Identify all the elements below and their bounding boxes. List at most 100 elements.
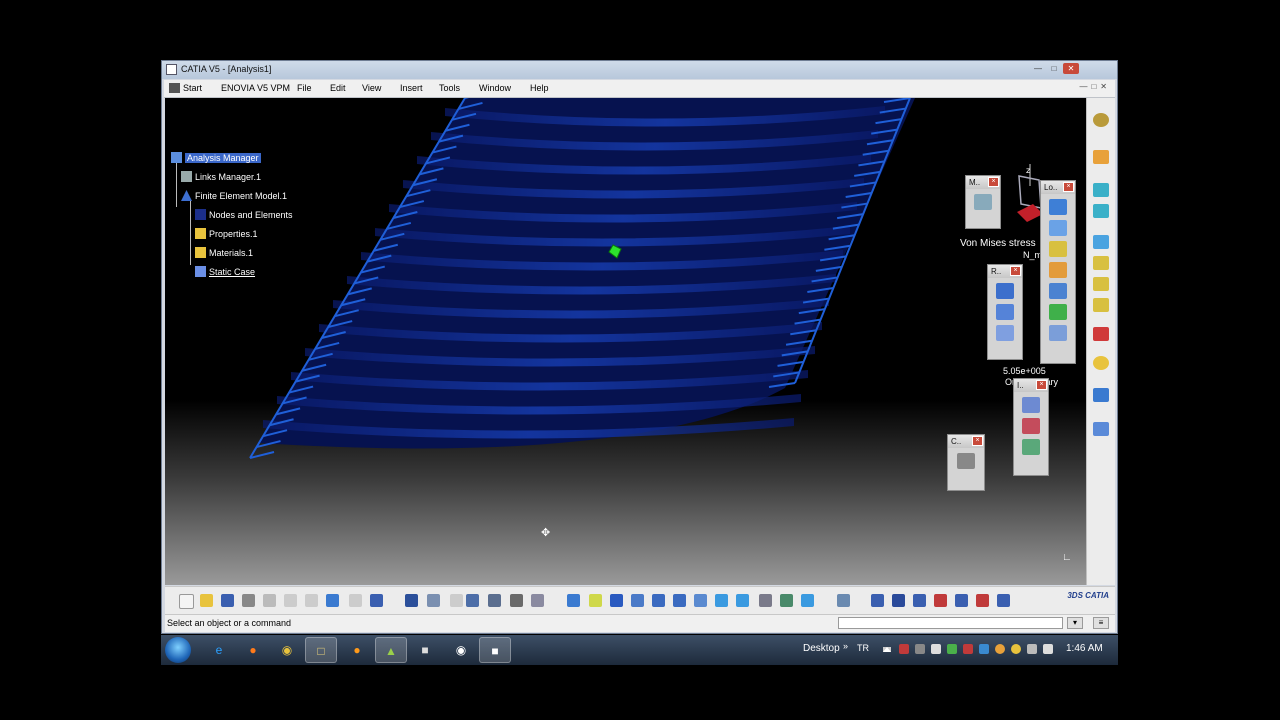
- tree-node-nodes-elements[interactable]: Nodes and Elements: [195, 208, 293, 222]
- menu-window[interactable]: Window: [479, 83, 511, 93]
- open-icon[interactable]: [200, 594, 213, 607]
- tree-node-materials[interactable]: Materials.1: [195, 246, 253, 260]
- analysis-tool-7-icon[interactable]: [997, 594, 1010, 607]
- tree-icon[interactable]: [837, 594, 850, 607]
- clock[interactable]: 1:46 AM: [1066, 643, 1103, 654]
- close-icon[interactable]: ×: [988, 177, 999, 187]
- zoom-icon[interactable]: [1093, 388, 1109, 402]
- app-task-icon-2[interactable]: ◉: [445, 637, 477, 663]
- close-icon[interactable]: ×: [972, 436, 983, 446]
- axis-toggle-icon[interactable]: [531, 594, 544, 607]
- volume-icon[interactable]: [1043, 644, 1053, 654]
- lock-icon[interactable]: [510, 594, 523, 607]
- tree-node-links-manager[interactable]: Links Manager.1: [181, 170, 261, 184]
- menu-help[interactable]: Help: [530, 83, 549, 93]
- menu-file[interactable]: File: [297, 83, 312, 93]
- load-bearing-icon[interactable]: [1049, 262, 1067, 278]
- hide-show-icon[interactable]: [780, 594, 793, 607]
- analysis-tool-4-icon[interactable]: [934, 594, 947, 607]
- tree-node-static-case[interactable]: Static Case: [195, 265, 255, 279]
- panel-m[interactable]: M.. ×: [965, 175, 1001, 229]
- menu-insert[interactable]: Insert: [400, 83, 423, 93]
- load-acceleration-icon[interactable]: [1049, 283, 1067, 299]
- redo-icon[interactable]: [349, 594, 362, 607]
- tree-node-analysis-manager[interactable]: Analysis Manager: [171, 151, 261, 165]
- close-icon[interactable]: ×: [1063, 182, 1074, 192]
- plane-icon[interactable]: [1093, 204, 1109, 218]
- sphere-icon[interactable]: [1093, 356, 1109, 370]
- cut-icon[interactable]: [263, 594, 276, 607]
- firefox-icon[interactable]: ●: [237, 637, 269, 663]
- zoom-out-icon[interactable]: [673, 594, 686, 607]
- load-pressure-icon[interactable]: [1049, 199, 1067, 215]
- tray-icon-1[interactable]: [899, 644, 909, 654]
- toolbar-expand-icon[interactable]: »: [843, 641, 848, 651]
- bluetooth-icon[interactable]: [979, 644, 989, 654]
- fly-mode-icon[interactable]: [567, 594, 580, 607]
- analysis-tool-6-icon[interactable]: [976, 594, 989, 607]
- measure-icon[interactable]: [488, 594, 501, 607]
- tree-node-properties[interactable]: Properties.1: [195, 227, 258, 241]
- menu-tools[interactable]: Tools: [439, 83, 460, 93]
- sketch-icon[interactable]: [1093, 183, 1109, 197]
- undo-icon[interactable]: [326, 594, 339, 607]
- stress-result-mesh[interactable]: [165, 98, 1086, 585]
- tray-icon-4[interactable]: [947, 644, 957, 654]
- app-task-icon[interactable]: ■: [409, 637, 441, 663]
- tray-icon-6[interactable]: [995, 644, 1005, 654]
- tray-expand-icon[interactable]: [883, 647, 891, 652]
- select-arrow-icon[interactable]: [1093, 150, 1109, 164]
- load-enforced-icon[interactable]: [1049, 325, 1067, 341]
- maximize-icon[interactable]: □: [1047, 63, 1061, 74]
- menu-enovia[interactable]: ENOVIA V5 VPM: [221, 83, 290, 93]
- new-icon[interactable]: [179, 594, 194, 609]
- explorer-icon[interactable]: □: [305, 637, 337, 663]
- analysis-tool-5-icon[interactable]: [955, 594, 968, 607]
- chrome-icon[interactable]: ◉: [271, 637, 303, 663]
- zoom-in-icon[interactable]: [652, 594, 665, 607]
- menu-start[interactable]: Start: [169, 83, 202, 93]
- normal-view-icon[interactable]: [694, 594, 707, 607]
- panel-r[interactable]: R.. ×: [987, 264, 1023, 360]
- restraint-user-icon[interactable]: [996, 325, 1014, 341]
- load-temperature-icon[interactable]: [1049, 304, 1067, 320]
- rotate-icon[interactable]: [631, 594, 644, 607]
- close-icon[interactable]: ×: [1010, 266, 1021, 276]
- catia-task-icon[interactable]: ▲: [375, 637, 407, 663]
- table-icon[interactable]: [466, 594, 479, 607]
- surface-icon[interactable]: [1093, 256, 1109, 270]
- close-icon[interactable]: ×: [1036, 380, 1047, 390]
- pan-icon[interactable]: [610, 594, 623, 607]
- tray-icon-3[interactable]: [931, 644, 941, 654]
- minimize-icon[interactable]: —: [1031, 63, 1045, 74]
- analysis-tool-2-icon[interactable]: [892, 594, 905, 607]
- start-button[interactable]: [165, 637, 191, 663]
- save-icon[interactable]: [221, 594, 234, 607]
- command-dropdown-button[interactable]: ▾: [1067, 617, 1083, 629]
- whats-this-icon[interactable]: [370, 594, 383, 607]
- image-displacement-icon[interactable]: [1022, 439, 1040, 455]
- close-icon[interactable]: ✕: [1063, 63, 1079, 74]
- copy-icon[interactable]: [284, 594, 297, 607]
- ie-icon[interactable]: e: [203, 637, 235, 663]
- power-input-button[interactable]: ≡: [1093, 617, 1109, 629]
- mesh-tool-icon[interactable]: [974, 194, 992, 210]
- fit-all-icon[interactable]: [589, 594, 602, 607]
- desktop-toolbar-label[interactable]: Desktop: [803, 643, 840, 654]
- formula-icon[interactable]: [405, 594, 418, 607]
- restraint-slider-icon[interactable]: [996, 304, 1014, 320]
- panel-lo[interactable]: Lo.. ×: [1040, 180, 1076, 364]
- analysis-tool-3-icon[interactable]: [913, 594, 926, 607]
- properties-icon[interactable]: [1093, 298, 1109, 312]
- print-icon[interactable]: [242, 594, 255, 607]
- tray-icon-2[interactable]: [915, 644, 925, 654]
- mesh-part-icon[interactable]: [1093, 277, 1109, 291]
- gear-icon[interactable]: [1093, 113, 1109, 127]
- command-input[interactable]: [838, 617, 1063, 629]
- restraint-clamp-icon[interactable]: [996, 283, 1014, 299]
- document-window-controls[interactable]: —□✕: [1079, 82, 1111, 91]
- app-task-icon-3[interactable]: ■: [479, 637, 511, 663]
- multi-view-icon[interactable]: [715, 594, 728, 607]
- knowledge-icon[interactable]: [427, 594, 440, 607]
- menu-edit[interactable]: Edit: [330, 83, 346, 93]
